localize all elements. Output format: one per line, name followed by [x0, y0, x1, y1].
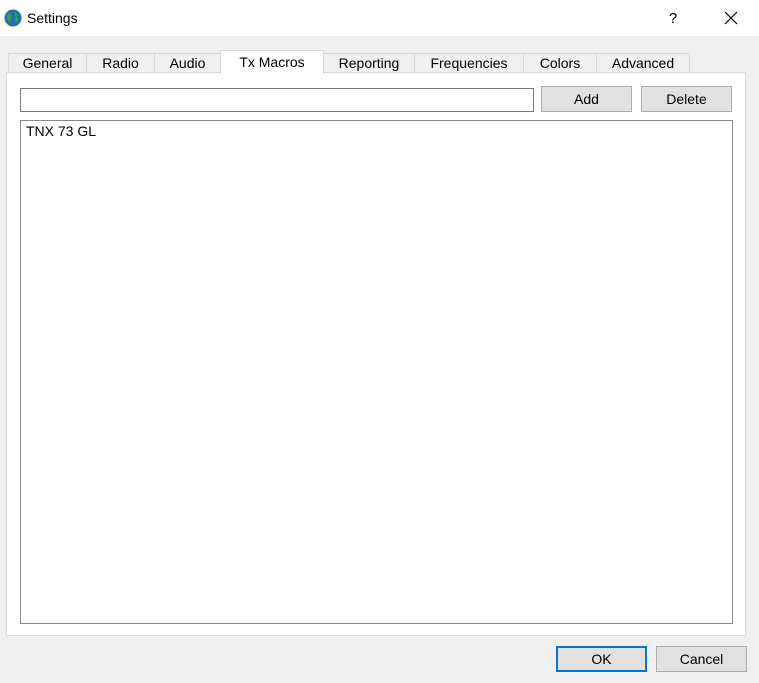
macro-list[interactable]: TNX 73 GL	[20, 120, 733, 624]
globe-app-icon	[4, 9, 22, 27]
help-button[interactable]: ?	[658, 4, 688, 32]
close-icon	[724, 11, 738, 25]
close-button[interactable]	[713, 4, 749, 32]
title-bar: Settings ?	[0, 0, 759, 36]
tab-audio[interactable]: Audio	[154, 53, 221, 73]
ok-button[interactable]: OK	[556, 646, 647, 672]
delete-button[interactable]: Delete	[641, 86, 732, 112]
add-button[interactable]: Add	[541, 86, 632, 112]
tab-colors[interactable]: Colors	[523, 53, 597, 73]
list-item[interactable]: TNX 73 GL	[26, 123, 96, 139]
tab-advanced[interactable]: Advanced	[596, 53, 690, 73]
macro-text-input[interactable]	[20, 88, 534, 112]
cancel-button[interactable]: Cancel	[656, 646, 747, 672]
tx-macros-panel: Add Delete TNX 73 GL	[6, 72, 746, 636]
tab-reporting[interactable]: Reporting	[323, 53, 415, 73]
tab-general[interactable]: General	[8, 53, 87, 73]
tab-radio[interactable]: Radio	[86, 53, 155, 73]
tab-tx-macros[interactable]: Tx Macros	[220, 50, 324, 74]
window-title: Settings	[27, 10, 78, 26]
help-icon: ?	[668, 9, 678, 27]
tab-frequencies[interactable]: Frequencies	[414, 53, 524, 73]
